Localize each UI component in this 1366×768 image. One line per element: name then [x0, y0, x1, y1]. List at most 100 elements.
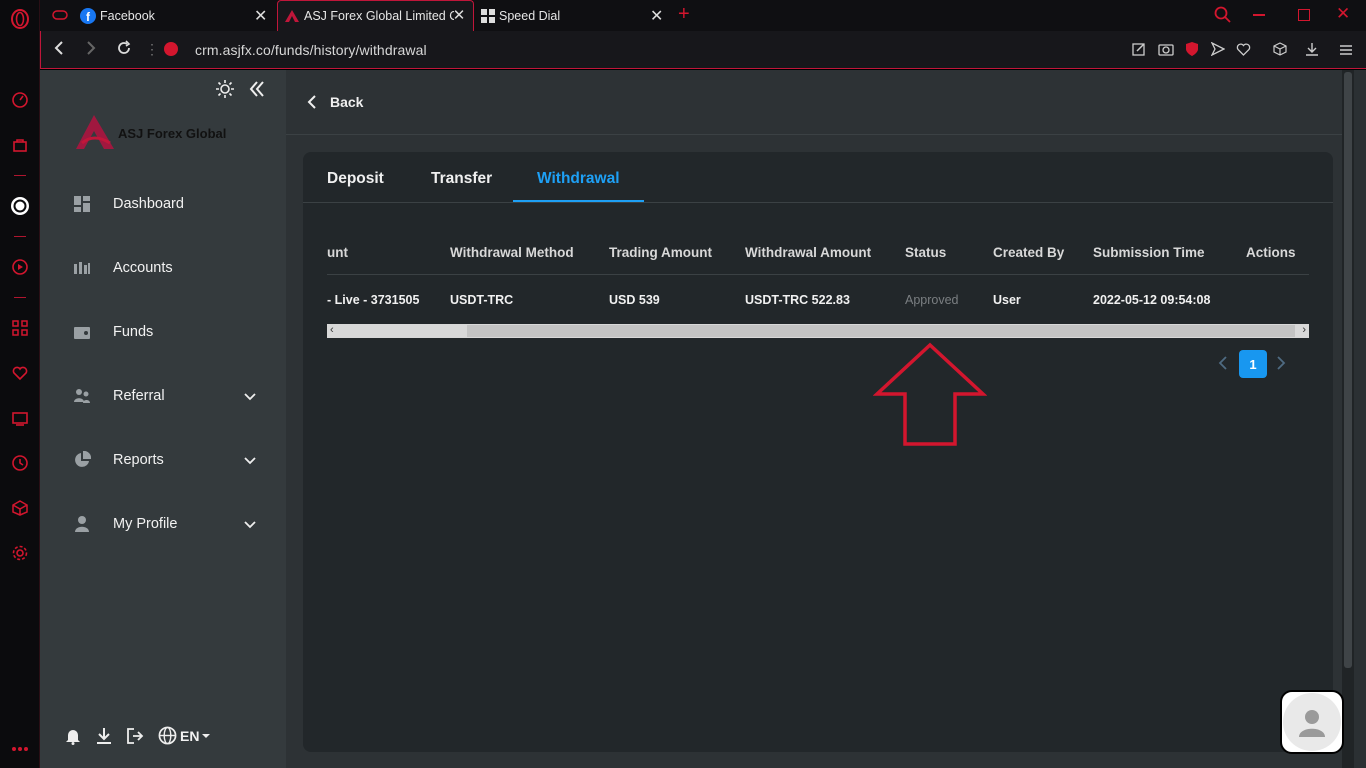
- tab-withdrawal[interactable]: Withdrawal: [537, 170, 620, 188]
- camera-icon[interactable]: [1158, 42, 1174, 61]
- facebook-icon: f: [80, 7, 96, 24]
- prev-page-icon[interactable]: [1218, 356, 1228, 375]
- menu-dots-icon[interactable]: ⋮: [145, 41, 159, 58]
- tab-title: Speed Dial: [499, 8, 561, 23]
- sidebar-item-my-profile[interactable]: My Profile: [40, 504, 286, 544]
- insecure-icon[interactable]: [164, 42, 178, 56]
- send-icon[interactable]: [1210, 41, 1226, 61]
- tab-deposit[interactable]: Deposit: [327, 170, 384, 188]
- sidebar-item-funds[interactable]: Funds: [40, 312, 286, 352]
- header-row-divider: [327, 274, 1309, 275]
- tab-speed-dial[interactable]: Speed Dial: [481, 0, 671, 31]
- annotation-arrow-icon: [873, 342, 987, 446]
- cell-submission-time: 2022-05-12 09:54:08: [1093, 293, 1211, 307]
- sidebar-item-dashboard[interactable]: Dashboard: [40, 184, 286, 224]
- chat-avatar-button[interactable]: [1280, 690, 1344, 754]
- shield-icon[interactable]: [1185, 41, 1199, 62]
- column-header-created-by: Created By: [993, 245, 1065, 260]
- close-tab-icon[interactable]: ✕: [254, 6, 267, 26]
- sidebar-item-accounts[interactable]: Accounts: [40, 248, 286, 288]
- download-icon[interactable]: [96, 727, 112, 750]
- forward-nav-icon[interactable]: [85, 40, 97, 61]
- chevron-left-icon: [307, 95, 316, 109]
- scrollbar-thumb[interactable]: [467, 325, 1295, 337]
- sidebar-item-label: Reports: [113, 452, 164, 468]
- page-vertical-scrollbar[interactable]: [1342, 70, 1354, 768]
- scrollbar-thumb[interactable]: [1344, 72, 1352, 668]
- cell-withdrawal-method: USDT-TRC: [450, 293, 514, 307]
- scroll-left-icon[interactable]: ‹: [330, 324, 334, 336]
- language-selector[interactable]: EN: [158, 726, 211, 745]
- tab-facebook[interactable]: f Facebook: [80, 0, 276, 31]
- speedometer-icon[interactable]: [9, 89, 31, 111]
- sidebar-item-reports[interactable]: Reports: [40, 440, 286, 480]
- bell-icon[interactable]: [65, 727, 81, 750]
- reload-icon[interactable]: [116, 40, 132, 61]
- users-icon: [74, 389, 90, 403]
- easy-setup-icon[interactable]: [1339, 43, 1353, 61]
- next-page-icon[interactable]: [1276, 356, 1286, 375]
- header-divider: [286, 134, 1342, 135]
- cube-icon[interactable]: [9, 497, 31, 519]
- withdrawal-history-card: Deposit Transfer Withdrawal unt Withdraw…: [303, 152, 1333, 752]
- close-window-icon[interactable]: ✕: [1336, 4, 1350, 24]
- tab-asj-crm[interactable]: ASJ Forex Global Limited CRM ✕: [277, 0, 474, 31]
- sidebar-item-label: Funds: [113, 324, 154, 340]
- chevron-down-icon: [244, 393, 256, 401]
- speed-dial-icon: [481, 8, 495, 23]
- gamepad-icon[interactable]: [52, 8, 68, 27]
- heart-icon[interactable]: [1236, 42, 1251, 61]
- page-number-button[interactable]: 1: [1239, 350, 1267, 378]
- chevron-down-icon: [244, 521, 256, 529]
- close-tab-icon[interactable]: ✕: [650, 6, 663, 26]
- new-tab-icon[interactable]: +: [678, 3, 690, 26]
- url-field[interactable]: crm.asjfx.co/funds/history/withdrawal: [195, 42, 427, 58]
- whatsapp-icon[interactable]: [9, 195, 31, 217]
- theme-toggle-icon[interactable]: [216, 80, 234, 103]
- back-nav-icon[interactable]: [53, 40, 65, 61]
- globe-icon: [158, 726, 177, 745]
- history-icon[interactable]: [9, 452, 31, 474]
- download-icon[interactable]: [1305, 42, 1319, 61]
- browser-sidebar: [0, 0, 40, 768]
- sidebar-item-referral[interactable]: Referral: [40, 376, 286, 416]
- rail-divider: [14, 236, 26, 237]
- cube-icon[interactable]: [1273, 42, 1287, 61]
- rail-divider: [14, 297, 26, 298]
- tab-title: Facebook: [100, 8, 155, 23]
- asj-logo-icon: [76, 115, 114, 149]
- language-label: EN: [180, 727, 200, 744]
- collapse-sidebar-icon[interactable]: [249, 80, 265, 103]
- opera-logo-icon[interactable]: [9, 8, 31, 30]
- brand-name: ASJ Forex Global: [118, 125, 227, 141]
- cell-trading-amount: USD 539: [609, 293, 660, 307]
- user-avatar-icon: [1299, 710, 1325, 737]
- restore-icon[interactable]: [1298, 9, 1310, 21]
- player-icon[interactable]: [9, 256, 31, 278]
- edit-icon[interactable]: [1132, 42, 1146, 61]
- browser-tabbar: f Facebook ✕ ASJ Forex Global Limited CR…: [40, 0, 1366, 31]
- minimize-icon[interactable]: [1253, 14, 1265, 16]
- back-label: Back: [330, 94, 364, 110]
- logout-icon[interactable]: [126, 727, 144, 750]
- user-icon: [75, 516, 89, 532]
- address-bar: ⋮ crm.asjfx.co/funds/history/withdrawal: [40, 31, 1366, 69]
- page: ASJ Forex Global Dashboard Accounts Fund…: [40, 70, 1366, 768]
- brand-logo[interactable]: ASJ Forex Global: [74, 113, 226, 153]
- speed-dial-icon[interactable]: [9, 317, 31, 339]
- back-button[interactable]: Back: [306, 94, 363, 110]
- close-tab-icon[interactable]: ✕: [451, 8, 467, 24]
- search-tabs-icon[interactable]: [1214, 6, 1232, 29]
- column-header-actions: Actions: [1246, 245, 1296, 260]
- more-icon[interactable]: [9, 738, 31, 760]
- tab-transfer[interactable]: Transfer: [431, 170, 492, 188]
- heart-icon[interactable]: [9, 362, 31, 384]
- pie-chart-icon: [75, 451, 91, 467]
- scroll-right-icon[interactable]: ›: [1302, 324, 1306, 336]
- tabs-divider: [303, 202, 1333, 203]
- bag-icon[interactable]: [9, 134, 31, 156]
- settings-icon[interactable]: [9, 542, 31, 564]
- sidebar-item-label: Accounts: [113, 260, 173, 276]
- tabs-icon[interactable]: [9, 407, 31, 429]
- table-horizontal-scrollbar[interactable]: ‹ ›: [327, 324, 1309, 338]
